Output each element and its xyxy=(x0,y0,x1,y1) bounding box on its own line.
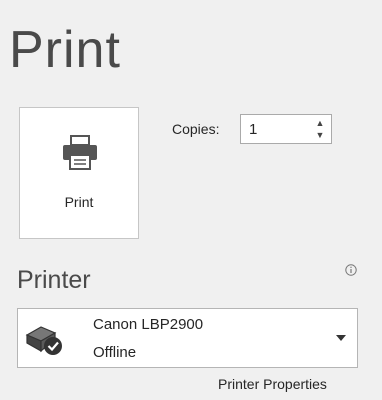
printer-status-icon xyxy=(25,326,62,355)
printer-status: Offline xyxy=(93,344,137,361)
print-button[interactable]: Print xyxy=(19,107,139,239)
printer-icon xyxy=(63,135,97,170)
page-title: Print xyxy=(9,21,121,79)
copies-label: Copies: xyxy=(172,121,220,137)
copies-value[interactable]: 1 xyxy=(249,121,257,138)
printer-name: Canon LBP2900 xyxy=(93,316,204,333)
decrement-arrow-icon[interactable]: ▼ xyxy=(313,129,327,141)
printer-dropdown[interactable]: Canon LBP2900 Offline xyxy=(17,308,358,368)
print-button-label: Print xyxy=(64,194,94,210)
copies-stepper[interactable]: 1 ▲ ▼ xyxy=(240,114,332,144)
chevron-down-icon[interactable] xyxy=(336,335,346,341)
printer-section-title: Printer xyxy=(17,266,91,294)
info-icon[interactable] xyxy=(345,264,357,276)
printer-properties-link[interactable]: Printer Properties xyxy=(218,376,327,392)
increment-arrow-icon[interactable]: ▲ xyxy=(313,117,327,129)
